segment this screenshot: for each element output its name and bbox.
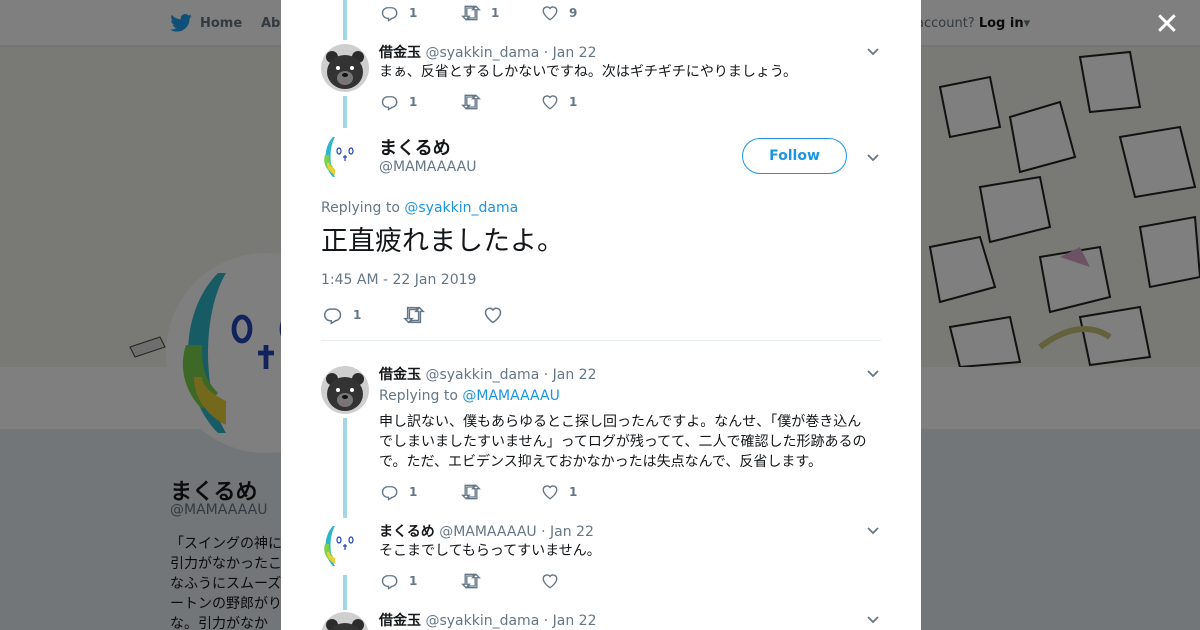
retweet-button[interactable]: 1 (461, 4, 541, 22)
heart-icon (542, 574, 558, 589)
chevron-down-icon[interactable] (865, 149, 881, 165)
retweet-button[interactable] (461, 483, 541, 501)
tweet-text-line: でしまいましたすいません」ってログが残ってて、二人で確認した形跡あるの (379, 434, 867, 450)
heart-icon (542, 6, 558, 21)
ghost-avatar-image (321, 133, 369, 181)
replying-to: Replying to @MAMAAAAU (379, 388, 560, 404)
reply-icon (381, 575, 398, 590)
tweet-actions: 1 1 (381, 483, 621, 501)
retweet-icon (461, 573, 481, 589)
tweet-text: まぁ、反省とするしかないですね。次はギチギチにやりましょう。 (379, 64, 798, 80)
replying-prefix: Replying to (379, 388, 463, 404)
main-author-handle[interactable]: @MAMAAAAU (379, 159, 476, 175)
ghost-avatar-image (321, 522, 369, 570)
tweet-actions: 1 1 9 (381, 4, 621, 22)
reply-icon (381, 486, 398, 501)
tweet-text: そこまでしてもらってすいません。 (379, 543, 601, 559)
reply-button[interactable]: 1 (381, 572, 461, 590)
reply-count: 1 (409, 485, 418, 499)
tweet-text: 申し訳ない、僕もあらゆるとこ探し回ったんですよ。なんせ、「僕が巻き込ん でしまい… (379, 412, 879, 472)
reply-button[interactable]: 1 (381, 4, 461, 22)
retweet-icon (461, 94, 481, 110)
chevron-down-icon[interactable] (865, 611, 881, 627)
reply-count: 1 (409, 6, 418, 20)
tweet-header: まくるめ @MAMAAAAU · Jan 22 (379, 521, 594, 541)
bear-avatar-image (321, 44, 369, 92)
main-tweet-text: 正直疲れましたよ。 (321, 226, 564, 257)
like-button[interactable]: 1 (541, 93, 621, 111)
retweet-button[interactable] (461, 93, 541, 111)
retweet-icon (461, 5, 481, 21)
tweet-header: 借金玉 @syakkin_dama · Jan 22 (379, 364, 596, 384)
main-tweet-timestamp[interactable]: 1:45 AM - 22 Jan 2019 (321, 272, 476, 288)
thread-line (343, 575, 347, 610)
avatar[interactable] (321, 522, 369, 570)
heart-icon (484, 307, 502, 324)
thread-line (343, 96, 347, 128)
tweet-text-line: で。ただ、エビデンス抑えておかなかったは失点なんで、反省します。 (379, 454, 822, 470)
tweet-modal: 1 1 9 借金玉 @syakkin_dama · Jan 22 まぁ、反省とす… (281, 0, 921, 630)
divider (321, 340, 881, 341)
tweet-actions: 1 (381, 572, 621, 590)
avatar[interactable] (321, 133, 369, 181)
bear-avatar-image (321, 366, 369, 414)
like-count: 1 (569, 95, 578, 109)
tweet-text-line: 申し訳ない、僕もあらゆるとこ探し回ったんですよ。なんせ、「僕が巻き込ん (379, 414, 862, 430)
like-button[interactable]: 9 (541, 4, 621, 22)
tweet-date[interactable]: · Jan 22 (544, 45, 597, 61)
avatar[interactable] (321, 44, 369, 92)
replying-handle-link[interactable]: @MAMAAAAU (462, 388, 559, 404)
reply-icon (381, 96, 398, 111)
retweet-count: 1 (491, 6, 500, 20)
tweet-header: 借金玉 @syakkin_dama · Jan 22 (379, 42, 596, 62)
author-handle[interactable]: @MAMAAAAU (439, 524, 536, 540)
tweet-date[interactable]: · Jan 22 (544, 367, 597, 383)
author-name[interactable]: 借金玉 (379, 367, 421, 383)
retweet-icon (403, 306, 425, 324)
main-author-name[interactable]: まくるめ (379, 134, 451, 160)
avatar[interactable] (321, 366, 369, 414)
main-tweet-actions: 1 (323, 305, 563, 325)
close-icon[interactable]: ✕ (1152, 10, 1182, 40)
author-handle[interactable]: @syakkin_dama (425, 45, 539, 61)
replying-handle-link[interactable]: @syakkin_dama (404, 200, 518, 216)
like-button[interactable] (483, 305, 563, 325)
chevron-down-icon[interactable] (865, 43, 881, 59)
retweet-button[interactable] (461, 572, 541, 590)
thread-line (343, 418, 347, 518)
like-count: 9 (569, 6, 578, 20)
tweet-header: 借金玉 @syakkin_dama · Jan 22 (379, 610, 596, 630)
replying-prefix: Replying to (321, 200, 405, 216)
reply-icon (323, 308, 342, 325)
heart-icon (542, 485, 558, 500)
retweet-icon (461, 484, 481, 500)
author-handle[interactable]: @syakkin_dama (425, 367, 539, 383)
reply-button[interactable]: 1 (381, 93, 461, 111)
tweet-date[interactable]: · Jan 22 (544, 613, 597, 629)
reply-count: 1 (409, 95, 418, 109)
like-button[interactable] (541, 572, 621, 590)
author-name[interactable]: まくるめ (379, 524, 435, 540)
chevron-down-icon[interactable] (865, 522, 881, 538)
author-name[interactable]: 借金玉 (379, 613, 421, 629)
avatar[interactable] (321, 612, 369, 630)
tweet-date[interactable]: · Jan 22 (541, 524, 594, 540)
reply-icon (381, 7, 398, 22)
reply-button[interactable]: 1 (323, 305, 403, 325)
replying-to: Replying to @syakkin_dama (321, 200, 518, 216)
like-button[interactable]: 1 (541, 483, 621, 501)
heart-icon (542, 95, 558, 110)
author-handle[interactable]: @syakkin_dama (425, 613, 539, 629)
reply-button[interactable]: 1 (381, 483, 461, 501)
tweet-actions: 1 1 (381, 93, 621, 111)
author-name[interactable]: 借金玉 (379, 45, 421, 61)
bear-avatar-image (321, 612, 369, 630)
thread-line (343, 0, 347, 40)
retweet-button[interactable] (403, 305, 483, 325)
reply-count: 1 (353, 308, 362, 322)
reply-count: 1 (409, 574, 418, 588)
chevron-down-icon[interactable] (865, 365, 881, 381)
like-count: 1 (569, 485, 578, 499)
follow-button[interactable]: Follow (742, 138, 847, 174)
